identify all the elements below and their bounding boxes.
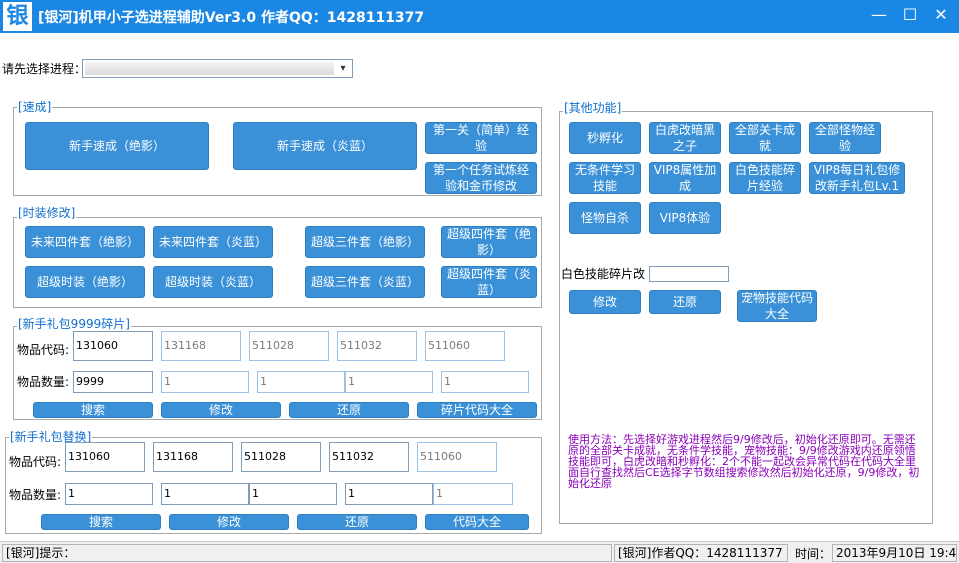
close-icon[interactable]: ✕ [926, 0, 956, 30]
super4-yanlan-button[interactable]: 超级四件套（炎蓝） [441, 266, 537, 298]
pack9999-code-field[interactable]: 131060 [73, 331, 153, 361]
vip8-daily-pack-button[interactable]: VIP8每日礼包修改新手礼包Lv.1 [809, 162, 905, 194]
newbie-speed-yanlan-button[interactable]: 新手速成（炎蓝） [233, 122, 417, 170]
usage-instructions: 使用方法：先选择好游戏进程然后9/9修改后，初始化还原即可。无需还原的全部关卡成… [568, 433, 920, 490]
packreplace-item-code-label: 物品代码: [9, 455, 62, 469]
packreplace-code-field[interactable]: 511060 [417, 442, 497, 472]
minimize-icon[interactable]: — [864, 0, 894, 30]
other-restore-button[interactable]: 还原 [649, 290, 721, 314]
packreplace-restore-button[interactable]: 还原 [297, 514, 417, 530]
app-logo-icon: 银 [3, 2, 32, 31]
pack9999-group-title: [新手礼包9999碎片] [17, 317, 131, 331]
pack9999-qty-field[interactable]: 1 [161, 371, 249, 393]
newbie-speed-jueying-button[interactable]: 新手速成（绝影） [25, 122, 209, 170]
pack9999-code-field[interactable]: 511032 [337, 331, 417, 361]
status-time-label: 时间： [795, 547, 832, 561]
super4-jueying-button[interactable]: 超级四件套（绝影） [441, 226, 537, 258]
pack9999-code-field[interactable]: 131168 [161, 331, 241, 361]
packreplace-qty-field[interactable]: 1 [161, 483, 249, 505]
white-skill-exp-button[interactable]: 白色技能碎片经验 [729, 162, 801, 194]
window-title: [银河]机甲小子选进程辅助Ver3.0 作者QQ：1428111377 [38, 10, 425, 26]
packreplace-modify-button[interactable]: 修改 [169, 514, 289, 530]
packreplace-qty-field[interactable]: 1 [65, 483, 153, 505]
learn-skill-button[interactable]: 无条件学习技能 [569, 162, 641, 194]
monster-suicide-button[interactable]: 怪物自杀 [569, 202, 641, 234]
future4-yanlan-button[interactable]: 未来四件套（炎蓝） [153, 226, 273, 258]
other-modify-button[interactable]: 修改 [569, 290, 641, 314]
level1-exp-button[interactable]: 第一关（简单）经验 [425, 122, 537, 154]
first-task-exp-gold-button[interactable]: 第一个任务试炼经验和金币修改 [425, 162, 537, 194]
white-tiger-dark-button[interactable]: 白虎改暗黑之子 [649, 122, 721, 154]
process-label: 请先选择进程： [2, 62, 87, 76]
white-skill-fragment-field[interactable] [649, 266, 729, 282]
super3-jueying-button[interactable]: 超级三件套（绝影） [305, 226, 425, 258]
pack9999-modify-button[interactable]: 修改 [161, 402, 281, 418]
pack9999-code-field[interactable]: 511060 [425, 331, 505, 361]
super-costume-yanlan-button[interactable]: 超级时装（炎蓝） [153, 266, 273, 298]
status-author: [银河]作者QQ：1428111377 [614, 544, 788, 562]
all-stages-achievement-button[interactable]: 全部关卡成就 [729, 122, 801, 154]
white-skill-fragment-label: 白色技能碎片改 [561, 267, 646, 281]
costume-group-title: [时装修改] [17, 206, 77, 220]
pack9999-item-qty-label: 物品数量: [17, 375, 70, 389]
vip8-attr-button[interactable]: VIP8属性加成 [649, 162, 721, 194]
pack9999-restore-button[interactable]: 还原 [289, 402, 409, 418]
maximize-icon[interactable]: ☐ [895, 0, 925, 30]
super3-yanlan-button[interactable]: 超级三件套（炎蓝） [305, 266, 425, 298]
speed-group-title: [速成] [17, 100, 53, 114]
packreplace-qty-field[interactable]: 1 [433, 483, 513, 505]
packreplace-codes-button[interactable]: 代码大全 [425, 514, 529, 530]
status-bar: [银河]提示： [银河]作者QQ：1428111377 时间： 2013年9月1… [0, 541, 959, 563]
pack9999-item-code-label: 物品代码: [17, 343, 70, 357]
pack9999-qty-field[interactable]: 1 [257, 371, 345, 393]
packreplace-qty-field[interactable]: 1 [345, 483, 433, 505]
packreplace-qty-field[interactable]: 1 [249, 483, 337, 505]
pack9999-qty-field[interactable]: 9999 [73, 371, 153, 393]
packreplace-code-field[interactable]: 131168 [153, 442, 233, 472]
pack9999-qty-field[interactable]: 1 [441, 371, 529, 393]
packreplace-item-qty-label: 物品数量: [9, 488, 62, 502]
future4-jueying-button[interactable]: 未来四件套（绝影） [25, 226, 145, 258]
pack9999-search-button[interactable]: 搜索 [33, 402, 153, 418]
pack9999-codes-button[interactable]: 碎片代码大全 [417, 402, 537, 418]
packreplace-code-field[interactable]: 131060 [65, 442, 145, 472]
all-monster-exp-button[interactable]: 全部怪物经验 [809, 122, 881, 154]
status-time-value: 2013年9月10日 19:48 [832, 544, 957, 562]
process-select[interactable]: ▾ [82, 59, 353, 78]
title-bar: 银 [银河]机甲小子选进程辅助Ver3.0 作者QQ：1428111377 — … [0, 0, 959, 33]
chevron-down-icon[interactable]: ▾ [336, 61, 350, 76]
packreplace-code-field[interactable]: 511028 [241, 442, 321, 472]
pet-skill-codes-button[interactable]: 宠物技能代码大全 [737, 290, 817, 322]
vip8-trial-button[interactable]: VIP8体验 [649, 202, 721, 234]
quick-hatch-button[interactable]: 秒孵化 [569, 122, 641, 154]
process-select-value [85, 62, 334, 75]
other-group-title: [其他功能] [563, 101, 623, 115]
super-costume-jueying-button[interactable]: 超级时装（绝影） [25, 266, 145, 298]
status-hint: [银河]提示： [2, 544, 612, 562]
pack9999-qty-field[interactable]: 1 [345, 371, 433, 393]
packreplace-code-field[interactable]: 511032 [329, 442, 409, 472]
pack9999-code-field[interactable]: 511028 [249, 331, 329, 361]
packreplace-search-button[interactable]: 搜索 [41, 514, 161, 530]
